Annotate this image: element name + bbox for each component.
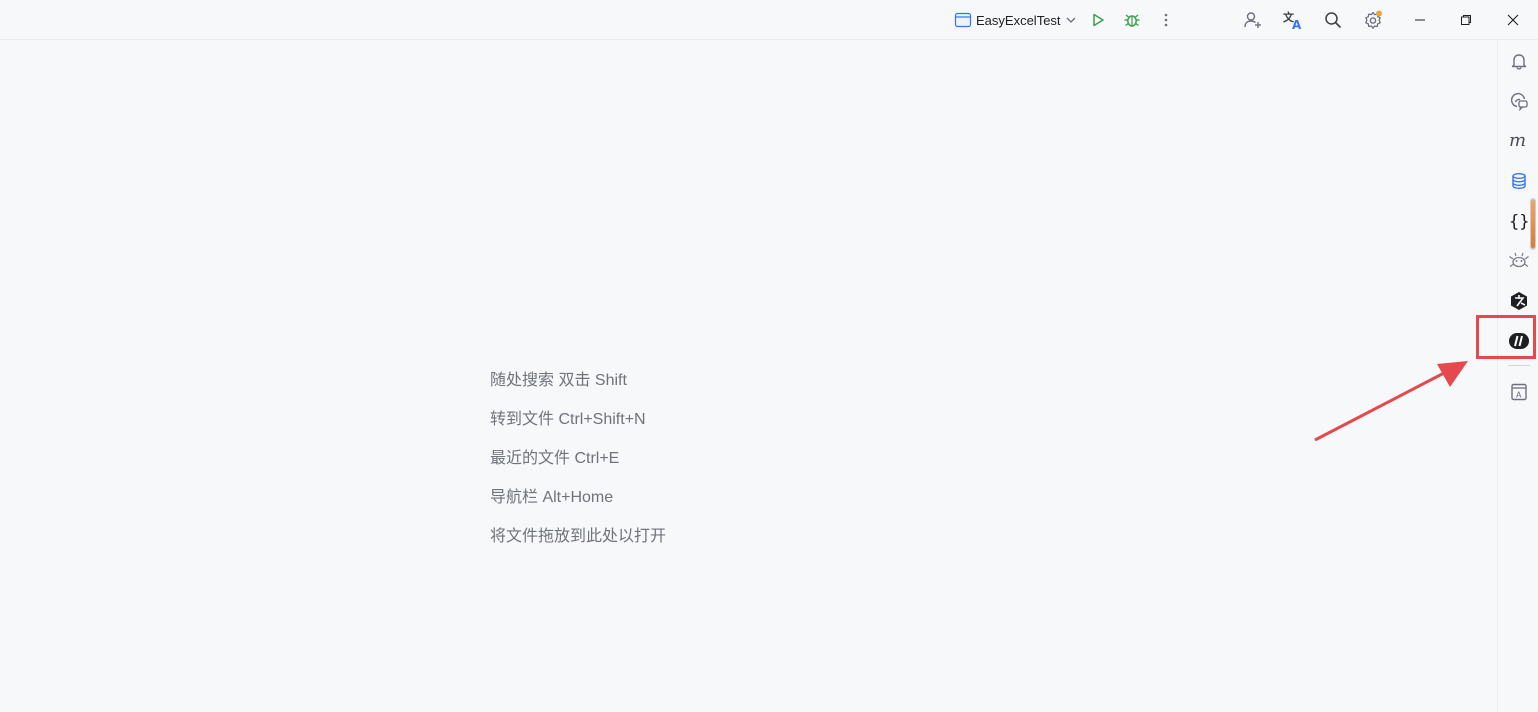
run-icon [1093,13,1104,27]
annotation-arrow [1314,361,1468,442]
settings-button[interactable] [1361,8,1385,32]
svg-text:A: A [1292,18,1302,31]
mybatis-icon [1509,252,1529,268]
svg-text:m: m [1509,131,1526,151]
ai-assistant-button[interactable] [1506,88,1532,114]
plugin-icon [1511,292,1527,310]
add-user-button[interactable] [1241,8,1265,32]
more-vertical-icon [1164,13,1168,27]
svg-text:A: A [1516,391,1522,400]
minimize-icon [1415,19,1425,21]
run-configuration-selector[interactable]: EasyExcelTest [948,7,1083,33]
svg-text:{}: {} [1509,212,1529,232]
jrebel-button[interactable] [1506,328,1532,354]
close-button[interactable] [1490,0,1536,40]
translate-icon: 文 A [1283,10,1302,31]
database-icon [1512,173,1526,190]
mybatis-button[interactable] [1506,248,1532,274]
tool-strip-scrollbar[interactable] [1530,198,1536,250]
minimize-button[interactable] [1397,0,1443,40]
search-icon [1325,12,1342,29]
maven-icon: m [1509,131,1526,151]
add-user-icon [1244,12,1261,28]
notifications-icon [1511,54,1527,70]
hint-search-everywhere: 随处搜索 双击 Shift [490,372,627,389]
scrollbar-thumb[interactable] [1531,200,1535,248]
bookmarks-icon: A [1511,383,1527,401]
strip-separator [1508,365,1530,366]
database-button[interactable] [1506,168,1532,194]
translate-button[interactable]: 文 A [1281,8,1305,32]
plugin-button[interactable] [1506,288,1532,314]
bookmarks-button[interactable]: A [1506,379,1532,405]
json-button[interactable]: {} [1506,208,1532,234]
restore-icon [1461,15,1471,25]
more-actions-button[interactable] [1154,8,1178,32]
settings-icon [1365,10,1382,29]
editor-empty-hints: 随处搜索 双击 Shift 转到文件 Ctrl+Shift+N 最近的文件 Ct… [490,370,666,565]
hint-go-to-file: 转到文件 Ctrl+Shift+N [490,411,646,428]
close-icon [1507,14,1519,26]
restore-button[interactable] [1443,0,1489,40]
ai-assistant-icon [1510,92,1528,111]
run-config-icon [954,12,972,28]
jrebel-icon [1509,333,1529,349]
debug-icon [1124,14,1140,27]
chevron-down-icon [1066,17,1076,23]
hint-drop-files: 将文件拖放到此处以打开 [490,528,667,545]
debug-button[interactable] [1120,8,1144,32]
settings-update-badge [1376,10,1382,17]
notifications-button[interactable] [1506,48,1532,74]
maven-button[interactable]: m [1506,128,1532,154]
right-tool-strip: m {} A [1497,40,1538,712]
run-button[interactable] [1086,8,1110,32]
hint-navigation-bar: 导航栏 Alt+Home [490,489,614,506]
search-button[interactable] [1321,8,1345,32]
hint-recent-files: 最近的文件 Ctrl+E [490,450,620,467]
run-config-name: EasyExcelTest [976,12,1061,28]
json-icon: {} [1509,212,1529,232]
title-bar: EasyExcelTest 文 A [0,0,1538,40]
